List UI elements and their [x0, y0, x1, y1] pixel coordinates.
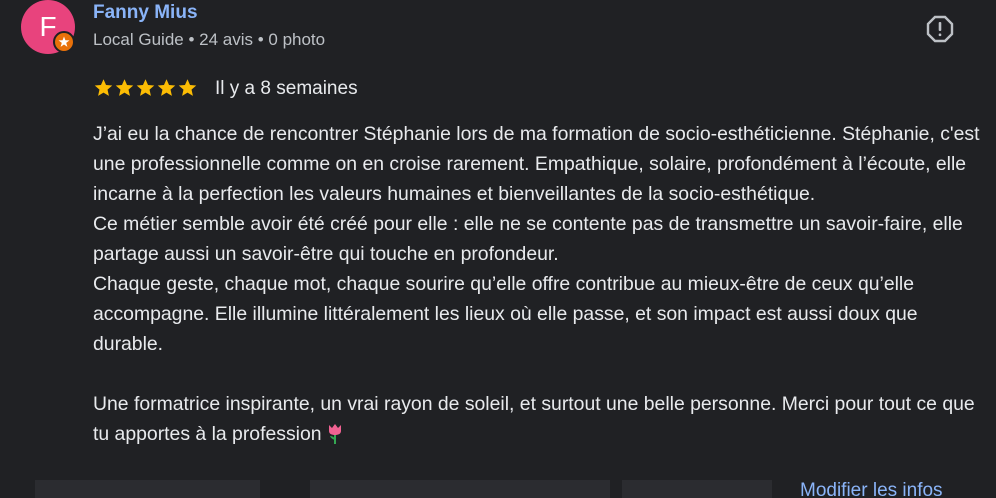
review-card: F Fanny Mius Local Guide • 24 avis • 0 p…	[0, 0, 996, 498]
reviewer-name[interactable]: Fanny Mius	[93, 2, 198, 24]
report-flag-icon	[926, 15, 954, 43]
star-icon	[136, 79, 155, 96]
photo-thumbnail[interactable]	[622, 480, 772, 498]
review-paragraph: J’ai eu la chance de rencontrer Stéphani…	[93, 123, 980, 205]
review-paragraph-last: Une formatrice inspirante, un vrai rayon…	[93, 389, 983, 449]
photo-thumbnail[interactable]	[310, 480, 610, 498]
star-rating	[93, 77, 198, 99]
review-text: J’ai eu la chance de rencontrer Stéphani…	[93, 119, 983, 449]
reviewer-meta: Local Guide • 24 avis • 0 photo	[93, 30, 326, 49]
tulip-icon	[328, 424, 341, 444]
star-icon	[178, 79, 197, 96]
edit-info-link[interactable]: Modifier les infos	[800, 480, 943, 498]
photo-thumbnail[interactable]	[35, 480, 260, 498]
star-icon	[157, 79, 176, 96]
review-paragraph: Une formatrice inspirante, un vrai rayon…	[93, 393, 975, 445]
star-icon	[115, 79, 134, 96]
report-review-button[interactable]	[921, 10, 959, 48]
review-paragraph: Ce métier semble avoir été créé pour ell…	[93, 213, 963, 265]
local-guide-badge-icon	[53, 31, 75, 53]
review-date: Il y a 8 semaines	[215, 78, 358, 99]
review-paragraph: Chaque geste, chaque mot, chaque sourire…	[93, 273, 918, 355]
star-icon	[94, 79, 113, 96]
